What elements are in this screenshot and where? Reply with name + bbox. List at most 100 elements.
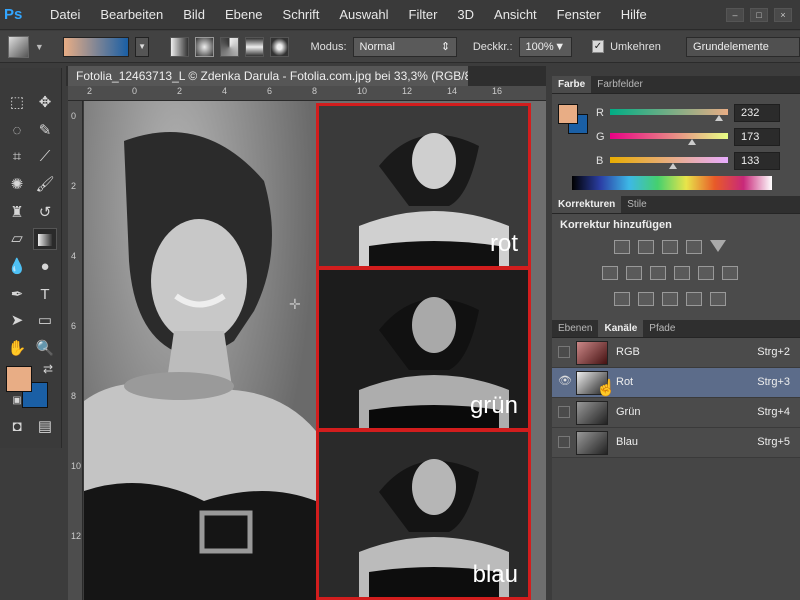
path-select-icon[interactable]: ➤ (5, 310, 29, 332)
menu-bearbeiten[interactable]: Bearbeiten (90, 0, 173, 30)
hand-tool-icon[interactable]: ✋ (5, 338, 29, 360)
gradient-tool-icon[interactable] (33, 228, 57, 250)
stamp-tool-icon[interactable]: ♜ (5, 202, 29, 224)
gradient-dropdown[interactable]: ▼ (135, 36, 149, 57)
healing-brush-icon[interactable]: ✺ (5, 174, 29, 196)
tab-farbfelder[interactable]: Farbfelder (591, 76, 649, 93)
menu-fenster[interactable]: Fenster (547, 0, 611, 30)
tool-preset-picker[interactable] (8, 35, 29, 58)
g-value-input[interactable]: 173 (734, 128, 780, 146)
radial-gradient-icon[interactable] (195, 36, 215, 57)
move-tool-icon[interactable]: ✥ (33, 92, 57, 114)
tab-stile[interactable]: Stile (621, 196, 652, 213)
default-colors-icon[interactable]: ▣ (5, 390, 29, 412)
ruler-label: 2 (177, 86, 183, 96)
levels-icon[interactable] (638, 240, 654, 254)
chevron-down-icon[interactable]: ▼ (35, 42, 44, 52)
zoom-tool-icon[interactable]: 🔍 (33, 338, 57, 360)
document-tab[interactable]: Fotolia_12463713_L © Zdenka Darula - Fot… (68, 66, 468, 86)
swap-colors-icon[interactable]: ⇄ (36, 358, 60, 380)
menu-datei[interactable]: Datei (40, 0, 90, 30)
quick-select-tool-icon[interactable]: ✎ (33, 120, 57, 142)
channel-row-rot[interactable]: 👁 ☝ Rot Strg+3 (552, 368, 800, 398)
minimize-button[interactable]: – (726, 7, 744, 22)
channel-shortcut: Strg+4 (757, 406, 790, 418)
document-canvas[interactable]: ✛ rot grün blau (84, 101, 546, 600)
hue-saturation-icon[interactable] (602, 266, 618, 280)
tab-korrekturen[interactable]: Korrekturen (552, 196, 622, 213)
r-value-input[interactable]: 232 (734, 104, 780, 122)
shape-tool-icon[interactable]: ▭ (33, 310, 57, 332)
tab-ebenen[interactable]: Ebenen (552, 320, 598, 337)
exposure-icon[interactable] (686, 240, 702, 254)
workspace-select[interactable]: Grundelemente (686, 36, 800, 57)
menu-filter[interactable]: Filter (399, 0, 448, 30)
history-brush-icon[interactable]: ↺ (33, 202, 57, 224)
color-lookup-icon[interactable] (722, 266, 738, 280)
maximize-button[interactable]: □ (750, 7, 768, 22)
dodge-tool-icon[interactable]: ● (33, 256, 57, 278)
foreground-color[interactable] (6, 366, 32, 392)
vibrance-icon[interactable] (710, 240, 726, 252)
reverse-checkbox[interactable]: ✓ (591, 40, 605, 53)
reflected-gradient-icon[interactable] (245, 36, 265, 57)
channel-label: G (596, 131, 605, 143)
menu-bild[interactable]: Bild (173, 0, 215, 30)
eyedropper-tool-icon[interactable]: ⟋ (33, 146, 57, 168)
tab-kanaele[interactable]: Kanäle (598, 320, 644, 337)
selective-color-icon[interactable] (686, 292, 702, 306)
visibility-toggle[interactable] (558, 406, 570, 418)
close-button[interactable]: × (774, 7, 792, 22)
opacity-field[interactable]: 100% ▼ (518, 36, 573, 57)
slider-thumb[interactable] (688, 139, 696, 145)
pen-tool-icon[interactable]: ✒ (5, 284, 29, 306)
channel-shortcut: Strg+2 (757, 346, 790, 358)
foreground-swatch[interactable] (558, 104, 578, 124)
posterize-icon[interactable] (638, 292, 654, 306)
crosshair-cursor-icon: ✛ (289, 296, 301, 312)
type-tool-icon[interactable]: T (33, 284, 57, 306)
visibility-toggle[interactable] (558, 346, 570, 358)
curves-icon[interactable] (662, 240, 678, 254)
angle-gradient-icon[interactable] (220, 36, 240, 57)
channel-mixer-icon[interactable] (698, 266, 714, 280)
quick-mask-icon[interactable]: ◘ (5, 416, 29, 438)
gradient-map-icon[interactable] (710, 292, 726, 306)
menu-ebene[interactable]: Ebene (215, 0, 273, 30)
menu-schrift[interactable]: Schrift (273, 0, 330, 30)
marquee-tool-icon[interactable]: ⬚ (5, 92, 29, 114)
channel-row-blau[interactable]: Blau Strg+5 (552, 428, 800, 458)
brightness-icon[interactable] (614, 240, 630, 254)
eraser-tool-icon[interactable]: ▱ (5, 228, 29, 250)
slider-thumb[interactable] (715, 115, 723, 121)
mode-select[interactable]: Normal ⇕ (352, 36, 458, 57)
menu-3d[interactable]: 3D (447, 0, 484, 30)
color-balance-icon[interactable] (626, 266, 642, 280)
screen-mode-icon[interactable]: ▤ (33, 416, 57, 438)
invert-icon[interactable] (614, 292, 630, 306)
photo-filter-icon[interactable] (674, 266, 690, 280)
menu-ansicht[interactable]: Ansicht (484, 0, 547, 30)
eye-icon[interactable]: 👁 (558, 374, 572, 387)
r-track[interactable] (610, 109, 728, 115)
channel-row-gruen[interactable]: Grün Strg+4 (552, 398, 800, 428)
tab-farbe[interactable]: Farbe (552, 76, 592, 93)
lasso-tool-icon[interactable]: ◌ (5, 120, 29, 142)
color-spectrum[interactable] (572, 176, 772, 190)
b-value-input[interactable]: 133 (734, 152, 780, 170)
g-track[interactable] (610, 133, 728, 139)
diamond-gradient-icon[interactable] (270, 36, 290, 57)
visibility-toggle[interactable] (558, 436, 570, 448)
gradient-swatch[interactable] (63, 36, 130, 57)
black-white-icon[interactable] (650, 266, 666, 280)
slider-thumb[interactable] (669, 163, 677, 169)
threshold-icon[interactable] (662, 292, 678, 306)
crop-tool-icon[interactable]: ⌗ (5, 146, 29, 168)
channel-row-rgb[interactable]: RGB Strg+2 (552, 338, 800, 368)
menu-hilfe[interactable]: Hilfe (611, 0, 657, 30)
brush-tool-icon[interactable]: 🖌 (33, 174, 57, 196)
blur-tool-icon[interactable]: 💧 (5, 256, 29, 278)
menu-auswahl[interactable]: Auswahl (329, 0, 398, 30)
linear-gradient-icon[interactable] (170, 36, 190, 57)
tab-pfade[interactable]: Pfade (643, 320, 681, 337)
